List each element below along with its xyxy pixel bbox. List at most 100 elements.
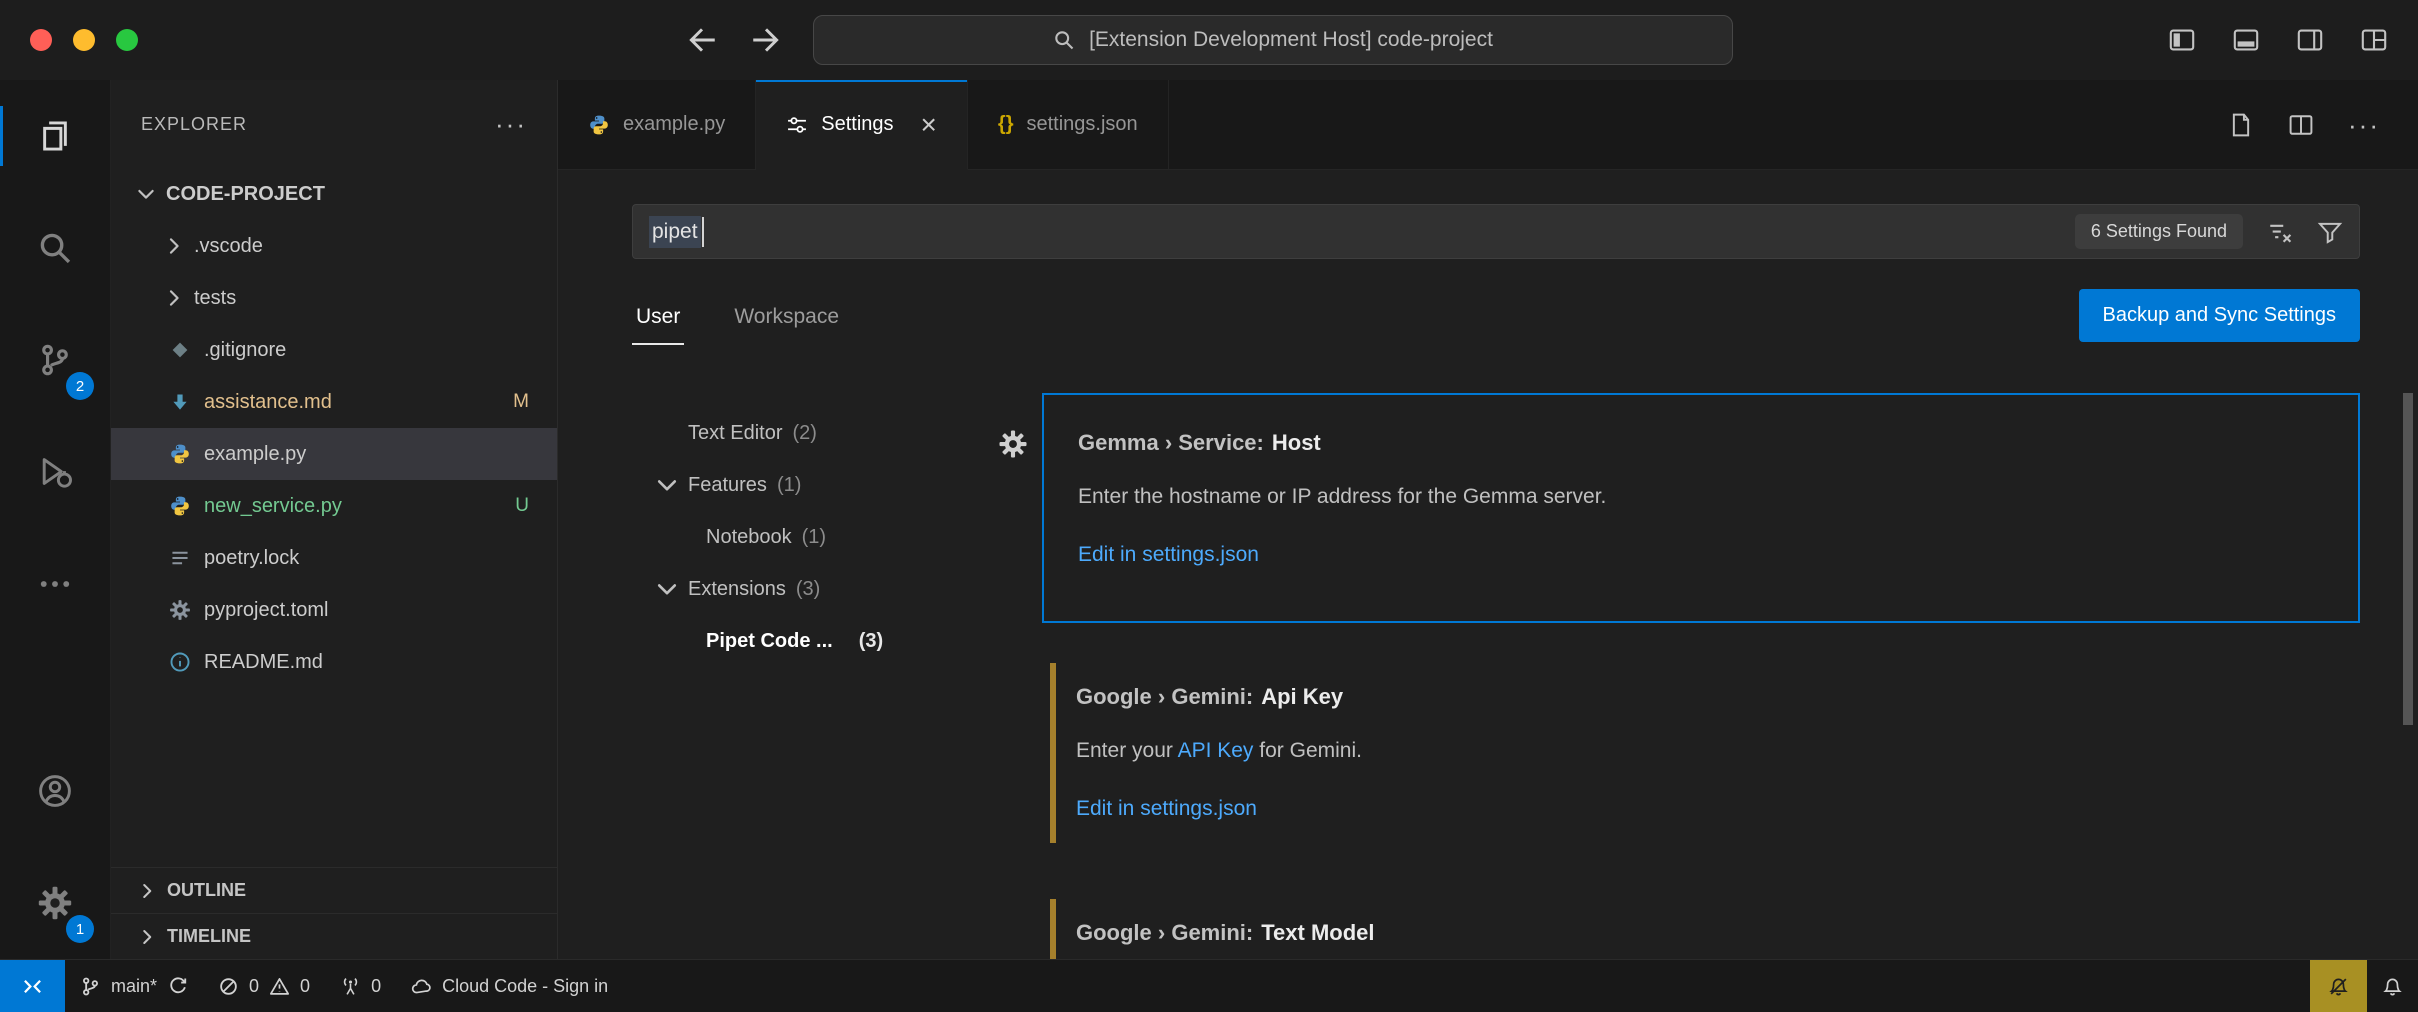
window-controls [30, 29, 138, 51]
api-key-link[interactable]: API Key [1178, 739, 1254, 762]
scrollbar[interactable] [2403, 393, 2413, 725]
edit-in-settings-json-link[interactable]: Edit in settings.json [1078, 543, 1259, 566]
setting-gear-button[interactable] [998, 429, 1028, 459]
toc-item-notebook[interactable]: Notebook (1) [632, 511, 1018, 563]
sidebar-section-outline[interactable]: OUTLINE [111, 867, 557, 913]
setting-title: Google › Gemini:Text Model [1076, 919, 2328, 947]
chevron-down-icon [654, 472, 680, 498]
scope-tab-workspace[interactable]: Workspace [730, 289, 843, 343]
toc-label: Features [688, 474, 767, 497]
gear-icon [37, 885, 73, 921]
notifications-bell-button[interactable] [2367, 960, 2418, 1012]
toggle-panel-left-icon[interactable] [2168, 26, 2196, 54]
activity-item-more[interactable] [0, 528, 110, 640]
tree-item-pyproject-toml[interactable]: pyproject.toml [111, 584, 557, 636]
edit-in-settings-json-link[interactable]: Edit in settings.json [1076, 797, 1257, 820]
toggle-panel-right-icon[interactable] [2296, 26, 2324, 54]
chevron-right-icon [163, 235, 185, 257]
tab-label: example.py [623, 113, 725, 136]
info-icon [169, 651, 191, 673]
activity-item-search[interactable] [0, 192, 110, 304]
activity-item-settings[interactable]: 1 [0, 847, 110, 959]
tab-settings[interactable]: Settings × [756, 80, 968, 170]
ports-status-item[interactable]: 0 [325, 960, 396, 1012]
clear-search-filters-icon[interactable] [2267, 219, 2293, 245]
activity-item-run-debug[interactable] [0, 416, 110, 528]
activity-item-explorer[interactable] [0, 80, 110, 192]
sidebar-section-timeline[interactable]: TIMELINE [111, 913, 557, 959]
toggle-panel-bottom-icon[interactable] [2232, 26, 2260, 54]
tree-item-readme-md[interactable]: README.md [111, 636, 557, 688]
file-name: assistance.md [204, 391, 332, 414]
bell-slash-icon [2328, 976, 2349, 997]
settings-toc: Text Editor (2) Features (1) Notebook (1… [632, 393, 1018, 959]
branch-status-item[interactable]: main* [65, 960, 203, 1012]
setting-description: Enter your API Key for Gemini. [1076, 737, 2328, 765]
tree-item-gitignore[interactable]: .gitignore [111, 324, 557, 376]
text-caret [702, 217, 704, 247]
command-center[interactable]: [Extension Development Host] code-projec… [813, 15, 1733, 65]
cloud-code-status-item[interactable]: Cloud Code - Sign in [396, 960, 623, 1012]
customize-layout-icon[interactable] [2360, 26, 2388, 54]
search-value-text: pipet [649, 216, 701, 248]
tree-item-poetry-lock[interactable]: poetry.lock [111, 532, 557, 584]
nav-forward-button[interactable] [749, 23, 783, 57]
setting-row-google-gemini-text-model[interactable]: Google › Gemini:Text Model [1042, 885, 2360, 959]
filter-icon[interactable] [2317, 219, 2343, 245]
sync-icon [167, 976, 188, 997]
settings-search-input[interactable]: pipet 6 Settings Found [632, 204, 2360, 259]
error-count: 0 [249, 976, 259, 997]
scope-tab-user[interactable]: User [632, 289, 684, 345]
toc-item-pipet-code[interactable]: Pipet Code ... (3) [632, 615, 1018, 667]
tree-item-tests[interactable]: tests [111, 272, 557, 324]
zoom-window-button[interactable] [116, 29, 138, 51]
split-editor-icon[interactable] [2288, 112, 2314, 138]
toc-count: (1) [802, 526, 826, 549]
minimize-window-button[interactable] [73, 29, 95, 51]
setting-category: Gemma › Service: [1078, 430, 1264, 455]
git-diamond-icon [169, 339, 191, 361]
settings-sliders-icon [786, 114, 808, 136]
remote-icon [22, 976, 43, 997]
explorer-title: EXPLORER [141, 114, 247, 135]
error-icon [218, 976, 239, 997]
setting-label: Text Model [1261, 920, 1374, 945]
file-name: example.py [204, 443, 306, 466]
status-bar: main* 0 0 0 Cloud Code - Sign in [0, 959, 2418, 1012]
tab-example-py[interactable]: example.py [558, 80, 756, 169]
remote-indicator[interactable] [0, 960, 65, 1012]
toc-count: (1) [777, 474, 801, 497]
git-status-badge: M [513, 391, 529, 413]
tree-item-assistance-md[interactable]: assistance.md M [111, 376, 557, 428]
problems-status-item[interactable]: 0 0 [203, 960, 325, 1012]
open-settings-json-icon[interactable] [2228, 112, 2254, 138]
file-name: poetry.lock [204, 547, 299, 570]
close-window-button[interactable] [30, 29, 52, 51]
setting-row-gemma-service-host[interactable]: Gemma › Service:Host Enter the hostname … [1042, 393, 2360, 623]
tab-settings-json[interactable]: {} settings.json [968, 80, 1169, 169]
toc-item-text-editor[interactable]: Text Editor (2) [632, 407, 1018, 459]
activity-bar: 2 1 [0, 80, 111, 959]
activity-item-source-control[interactable]: 2 [0, 304, 110, 416]
toc-label: Notebook [706, 526, 792, 549]
tree-item-example-py[interactable]: example.py [111, 428, 557, 480]
bell-icon [2382, 976, 2403, 997]
toc-count: (3) [796, 578, 820, 601]
toc-count: (3) [859, 630, 883, 653]
toc-count: (2) [792, 422, 816, 445]
account-icon [37, 773, 73, 809]
toc-item-extensions[interactable]: Extensions (3) [632, 563, 1018, 615]
tree-item-vscode[interactable]: .vscode [111, 220, 557, 272]
toc-item-features[interactable]: Features (1) [632, 459, 1018, 511]
warning-icon [269, 976, 290, 997]
tree-item-new-service-py[interactable]: new_service.py U [111, 480, 557, 532]
activity-item-accounts[interactable] [0, 735, 110, 847]
setting-label: Api Key [1261, 684, 1343, 709]
python-icon [169, 443, 191, 465]
tree-item-root-code-project[interactable]: CODE-PROJECT [111, 168, 557, 220]
backup-sync-settings-button[interactable]: Backup and Sync Settings [2079, 289, 2360, 342]
setting-row-google-gemini-api-key[interactable]: Google › Gemini:Api Key Enter your API K… [1042, 649, 2360, 859]
explorer-sidebar: EXPLORER ··· CODE-PROJECT .vscode tests … [111, 80, 558, 959]
nav-back-button[interactable] [685, 23, 719, 57]
do-not-disturb-status-item[interactable] [2310, 960, 2367, 1012]
